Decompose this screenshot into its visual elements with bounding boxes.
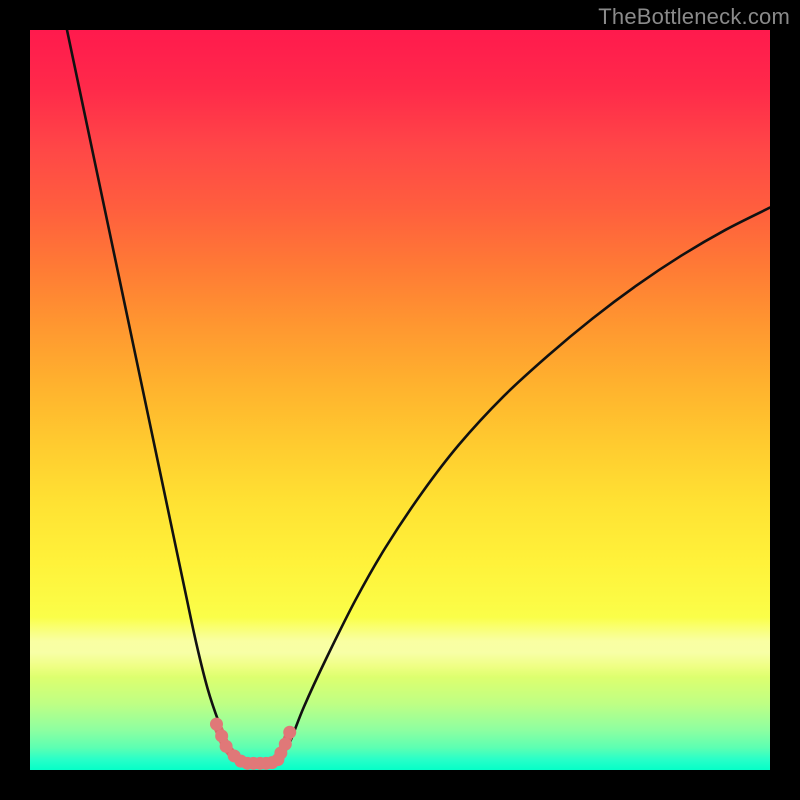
watermark-text: TheBottleneck.com [598, 4, 790, 30]
plot-background-gradient [30, 30, 770, 770]
outer-frame: TheBottleneck.com [0, 0, 800, 800]
